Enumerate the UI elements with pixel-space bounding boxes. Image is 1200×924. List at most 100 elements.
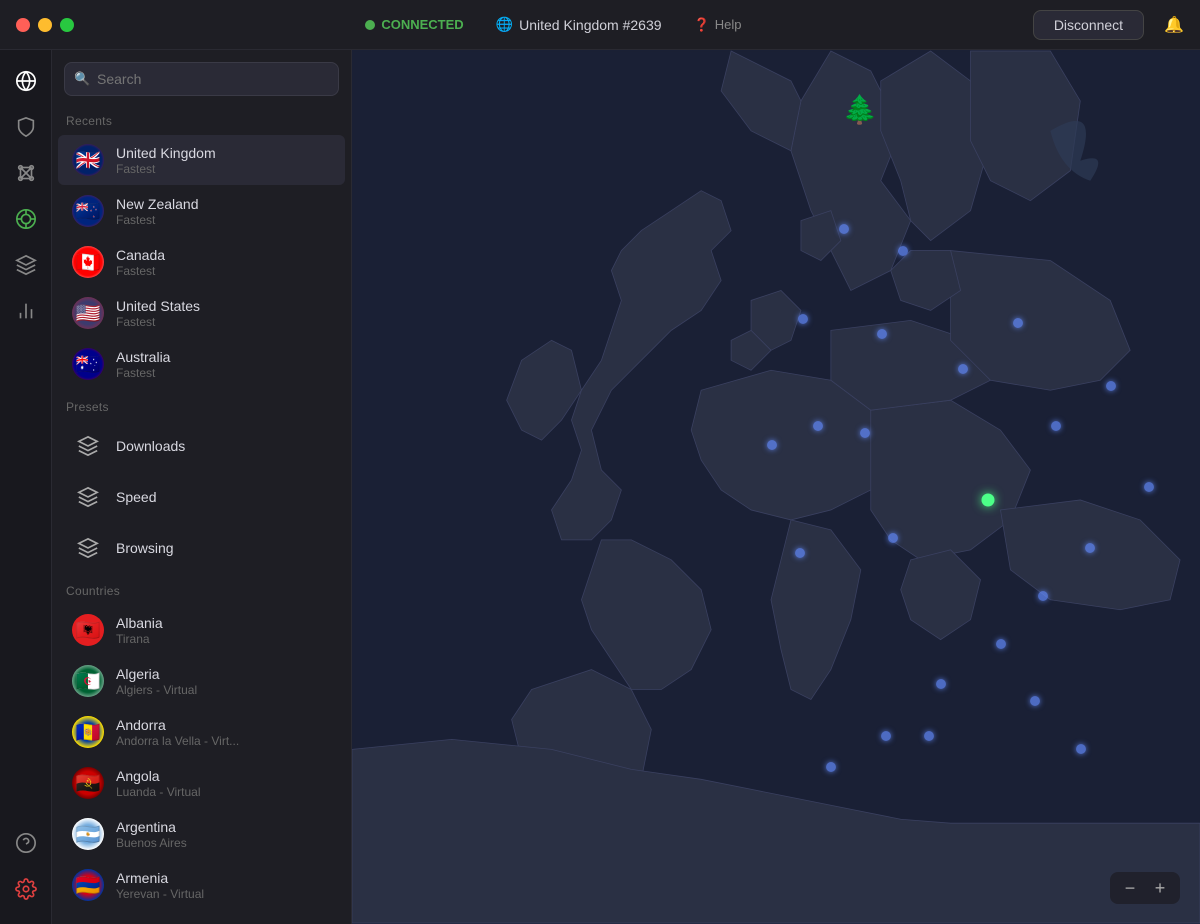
traffic-lights <box>16 18 74 32</box>
sidebar-item-shield[interactable] <box>7 108 45 146</box>
recent-item-us-name: United States <box>116 298 200 314</box>
svg-text:🌲: 🌲 <box>843 93 878 126</box>
notification-icon[interactable]: 🔔 <box>1164 15 1184 35</box>
preset-item-downloads-name: Downloads <box>116 438 185 454</box>
sidebar-item-support[interactable] <box>7 824 45 862</box>
recent-item-ca-text: Canada Fastest <box>116 247 165 278</box>
help-icon: ❓ <box>694 17 710 33</box>
country-angola-name: Angola <box>116 768 201 784</box>
recent-item-uk-text: United Kingdom Fastest <box>116 145 216 176</box>
country-item-andorra-text: Andorra Andorra la Vella - Virt... <box>116 717 239 748</box>
connected-dot-icon <box>365 20 375 30</box>
preset-item-browsing-name: Browsing <box>116 540 174 556</box>
map-area[interactable]: .land { fill: #2a3044; stroke: #3a4060; … <box>352 50 1200 924</box>
country-item-albania-text: Albania Tirana <box>116 615 163 646</box>
sidebar-item-layers[interactable] <box>7 246 45 284</box>
country-item-armenia-text: Armenia Yerevan - Virtual <box>116 870 204 901</box>
country-argentina-sub: Buenos Aires <box>116 836 187 850</box>
map-svg: .land { fill: #2a3044; stroke: #3a4060; … <box>352 50 1200 924</box>
recent-item-nz-sub: Fastest <box>116 213 199 227</box>
recent-item-nz-text: New Zealand Fastest <box>116 196 199 227</box>
sidebar-item-mesh[interactable] <box>7 154 45 192</box>
disconnect-button[interactable]: Disconnect <box>1033 10 1144 40</box>
country-angola-sub: Luanda - Virtual <box>116 785 201 799</box>
sidebar-item-target[interactable] <box>7 200 45 238</box>
minimize-button[interactable] <box>38 18 52 32</box>
search-bar: 🔍 <box>52 50 351 104</box>
zoom-out-button[interactable]: − <box>1118 876 1142 900</box>
preset-item-downloads-text: Downloads <box>116 438 185 454</box>
search-icon: 🔍 <box>74 71 90 87</box>
server-name: United Kingdom #2639 <box>519 17 661 33</box>
sidebar-item-settings[interactable] <box>7 870 45 908</box>
country-item-algeria[interactable]: 🇩🇿 Algeria Algiers - Virtual <box>58 656 345 706</box>
recent-item-uk-sub: Fastest <box>116 162 216 176</box>
search-input[interactable] <box>64 62 339 96</box>
flag-ao-icon: 🇦🇴 <box>72 767 104 799</box>
country-item-albania[interactable]: 🇦🇱 Albania Tirana <box>58 605 345 655</box>
flag-au-icon: 🇦🇺 <box>72 348 104 380</box>
flag-al-icon: 🇦🇱 <box>72 614 104 646</box>
flag-us-icon: 🇺🇸 <box>72 297 104 329</box>
maximize-button[interactable] <box>60 18 74 32</box>
close-button[interactable] <box>16 18 30 32</box>
connected-badge: CONNECTED <box>365 17 463 32</box>
preset-item-speed[interactable]: Speed <box>58 472 345 522</box>
panel-scroll: Recents 🇬🇧 United Kingdom Fastest 🇳🇿 New… <box>52 104 351 924</box>
recent-item-ca[interactable]: 🇨🇦 Canada Fastest <box>58 237 345 287</box>
country-item-armenia[interactable]: 🇦🇲 Armenia Yerevan - Virtual <box>58 860 345 910</box>
titlebar-center: CONNECTED 🌐 United Kingdom #2639 ❓ Help <box>86 16 1021 33</box>
recent-item-ca-name: Canada <box>116 247 165 263</box>
server-info[interactable]: 🌐 United Kingdom #2639 <box>496 16 662 33</box>
recent-item-au-text: Australia Fastest <box>116 349 170 380</box>
country-albania-sub: Tirana <box>116 632 163 646</box>
country-albania-name: Albania <box>116 615 163 631</box>
browsing-layers-icon <box>72 532 104 564</box>
country-algeria-sub: Algiers - Virtual <box>116 683 197 697</box>
globe-icon: 🌐 <box>496 16 513 33</box>
help-button[interactable]: ❓ Help <box>694 17 742 33</box>
left-panel: 🔍 Recents 🇬🇧 United Kingdom Fastest 🇳🇿 N… <box>52 50 352 924</box>
main-content: 🔍 Recents 🇬🇧 United Kingdom Fastest 🇳🇿 N… <box>0 50 1200 924</box>
help-label: Help <box>715 17 742 32</box>
country-argentina-name: Argentina <box>116 819 187 835</box>
recent-item-au[interactable]: 🇦🇺 Australia Fastest <box>58 339 345 389</box>
recent-item-uk[interactable]: 🇬🇧 United Kingdom Fastest <box>58 135 345 185</box>
icon-sidebar <box>0 50 52 924</box>
recent-item-us[interactable]: 🇺🇸 United States Fastest <box>58 288 345 338</box>
preset-item-browsing-text: Browsing <box>116 540 174 556</box>
preset-item-speed-text: Speed <box>116 489 156 505</box>
presets-label: Presets <box>52 390 351 420</box>
preset-item-browsing[interactable]: Browsing <box>58 523 345 573</box>
recent-item-nz[interactable]: 🇳🇿 New Zealand Fastest <box>58 186 345 236</box>
recent-item-au-name: Australia <box>116 349 170 365</box>
country-armenia-name: Armenia <box>116 870 204 886</box>
recent-item-uk-name: United Kingdom <box>116 145 216 161</box>
preset-item-speed-name: Speed <box>116 489 156 505</box>
titlebar: CONNECTED 🌐 United Kingdom #2639 ❓ Help … <box>0 0 1200 50</box>
sidebar-item-map[interactable] <box>7 62 45 100</box>
flag-dz-icon: 🇩🇿 <box>72 665 104 697</box>
country-algeria-name: Algeria <box>116 666 197 682</box>
country-item-algeria-text: Algeria Algiers - Virtual <box>116 666 197 697</box>
downloads-layers-icon <box>72 430 104 462</box>
country-item-angola-text: Angola Luanda - Virtual <box>116 768 201 799</box>
country-item-argentina[interactable]: 🇦🇷 Argentina Buenos Aires <box>58 809 345 859</box>
countries-label: Countries <box>52 574 351 604</box>
flag-ar-icon: 🇦🇷 <box>72 818 104 850</box>
country-item-angola[interactable]: 🇦🇴 Angola Luanda - Virtual <box>58 758 345 808</box>
country-andorra-name: Andorra <box>116 717 239 733</box>
preset-item-downloads[interactable]: Downloads <box>58 421 345 471</box>
flag-ad-icon: 🇦🇩 <box>72 716 104 748</box>
recent-item-ca-sub: Fastest <box>116 264 165 278</box>
country-item-argentina-text: Argentina Buenos Aires <box>116 819 187 850</box>
country-armenia-sub: Yerevan - Virtual <box>116 887 204 901</box>
sidebar-item-stats[interactable] <box>7 292 45 330</box>
zoom-in-button[interactable]: + <box>1148 876 1172 900</box>
recents-label: Recents <box>52 104 351 134</box>
country-item-andorra[interactable]: 🇦🇩 Andorra Andorra la Vella - Virt... <box>58 707 345 757</box>
zoom-controls: − + <box>1110 872 1180 904</box>
speed-layers-icon <box>72 481 104 513</box>
flag-nz-icon: 🇳🇿 <box>72 195 104 227</box>
country-andorra-sub: Andorra la Vella - Virt... <box>116 734 239 748</box>
